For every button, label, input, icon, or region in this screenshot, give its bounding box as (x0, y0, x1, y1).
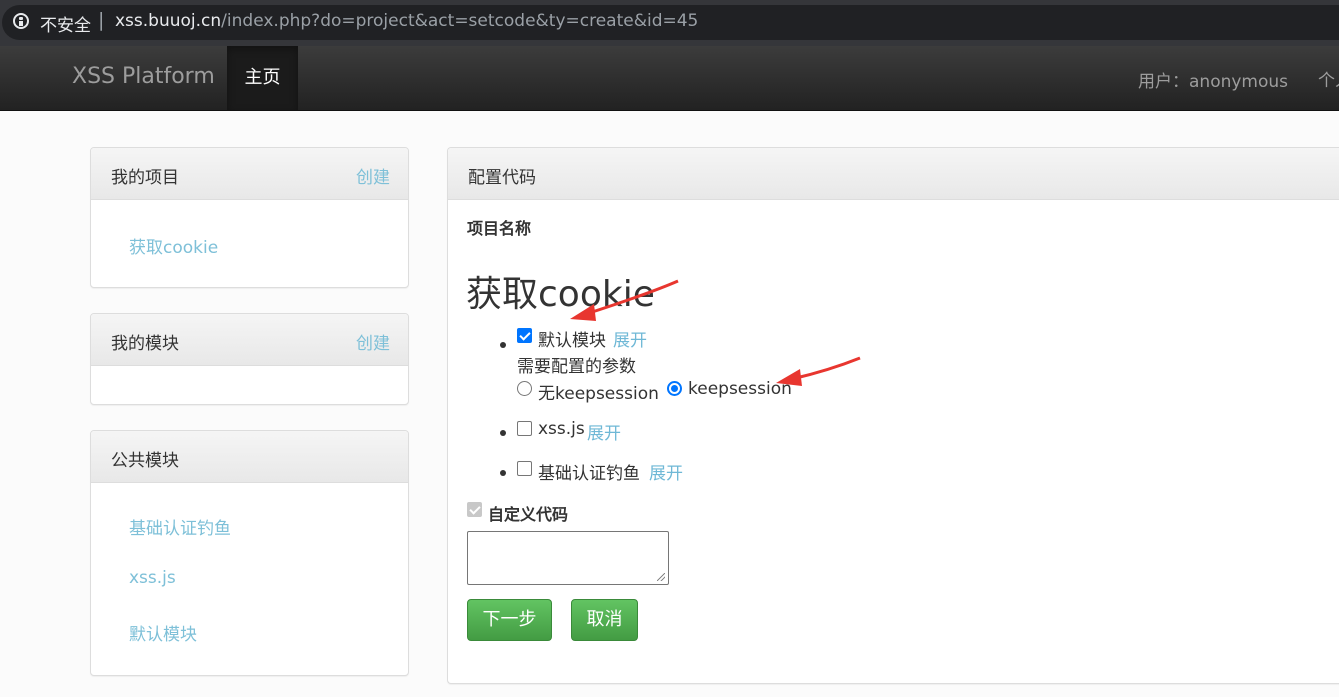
create-project-link[interactable]: 创建 (356, 163, 390, 188)
red-arrow-icon (570, 279, 679, 321)
panel-heading: 配置代码 (448, 148, 1339, 200)
custom-code-checkbox (467, 502, 482, 517)
params-label: 需要配置的参数 (517, 357, 636, 377)
resize-handle-icon[interactable] (657, 573, 665, 581)
security-status[interactable]: 不安全 (40, 11, 91, 36)
cancel-button[interactable]: 取消 (571, 599, 638, 641)
panel-heading: 我的项目 创建 (91, 148, 408, 200)
my-projects-panel: 我的项目 创建 获取cookie (90, 147, 409, 288)
url-host: xss.buuoj.cn (115, 11, 222, 31)
xssjs-label: xss.js (538, 419, 585, 439)
my-modules-panel: 我的模块 创建 (90, 313, 409, 405)
info-icon[interactable] (13, 13, 29, 29)
list-bullet (500, 430, 506, 436)
red-arrow-icon (776, 356, 861, 386)
public-module-link[interactable]: xss.js (129, 568, 176, 588)
my-projects-title: 我的项目 (111, 168, 179, 188)
default-module-expand-link[interactable]: 展开 (613, 326, 647, 351)
panel-heading: 我的模块 创建 (91, 314, 408, 366)
phishing-label: 基础认证钓鱼 (538, 464, 640, 484)
public-modules-title: 公共模块 (111, 451, 179, 471)
panel-heading: 公共模块 (91, 431, 408, 483)
nav-user[interactable]: 用户：anonymous (1138, 67, 1288, 92)
list-bullet (500, 342, 506, 348)
phishing-expand-link[interactable]: 展开 (649, 459, 683, 484)
public-module-link[interactable]: 基础认证钓鱼 (129, 514, 231, 539)
project-name-label: 项目名称 (467, 219, 532, 238)
list-bullet (500, 470, 506, 476)
create-module-link[interactable]: 创建 (356, 329, 390, 354)
browser-address-bar: 不安全 | xss.buuoj.cn/index.php?do=project&… (0, 0, 1339, 46)
project-link[interactable]: 获取cookie (129, 233, 218, 258)
xssjs-expand-link[interactable]: 展开 (587, 419, 621, 444)
public-module-link[interactable]: 默认模块 (129, 620, 197, 645)
default-module-checkbox[interactable] (517, 328, 532, 343)
custom-code-label: 自定义代码 (488, 505, 569, 524)
url-path: /index.php?do=project&act=setcode&ty=cre… (221, 11, 699, 31)
phishing-checkbox[interactable] (517, 461, 532, 476)
no-keepsession-label: 无keepsession (538, 384, 659, 404)
xssjs-checkbox[interactable] (517, 421, 532, 436)
config-code-title: 配置代码 (468, 168, 536, 188)
nav-personal[interactable]: 个人 (1318, 66, 1339, 91)
my-modules-title: 我的模块 (111, 334, 179, 354)
keepsession-radio[interactable] (667, 381, 682, 396)
default-module-label: 默认模块 (538, 331, 606, 351)
top-navbar: XSS Platform 主页 用户：anonymous 个人 (0, 46, 1339, 111)
url-text[interactable]: xss.buuoj.cn/index.php?do=project&act=se… (115, 11, 698, 31)
no-keepsession-radio[interactable] (517, 381, 532, 396)
brand-link[interactable]: XSS Platform (72, 64, 215, 89)
custom-code-textarea[interactable] (467, 531, 669, 585)
public-modules-panel: 公共模块 基础认证钓鱼 xss.js 默认模块 (90, 430, 409, 676)
nav-home[interactable]: 主页 (227, 46, 298, 110)
separator: | (98, 9, 105, 31)
next-step-button[interactable]: 下一步 (467, 599, 552, 641)
